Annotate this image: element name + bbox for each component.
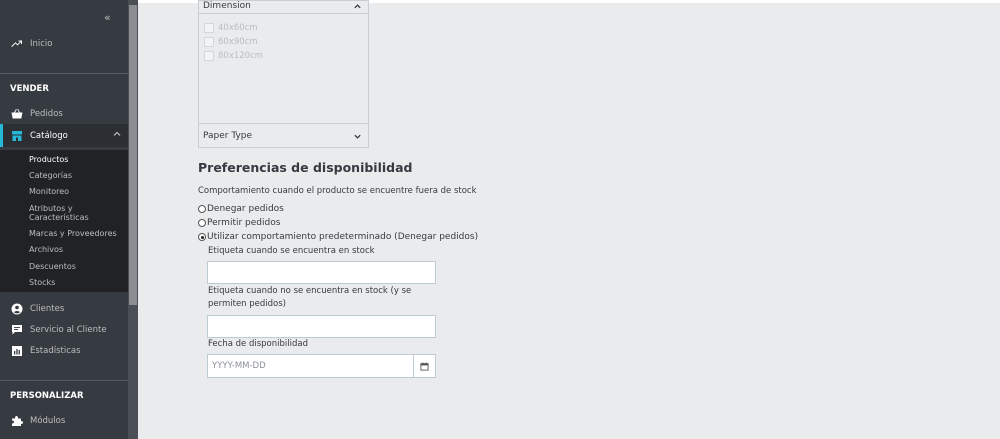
sidebar-scrollbar-thumb[interactable] — [129, 5, 137, 305]
checkbox[interactable] — [204, 23, 214, 33]
sidebar: « Inicio VENDER Pedidos Catálogo Product… — [0, 0, 138, 439]
in-stock-label: Etiqueta cuando se encuentra en stock — [208, 246, 375, 256]
filter-panel: Dimension 40x60cm 60x90cm 80x120cm Paper… — [198, 0, 369, 148]
sidebar-item-label: Módulos — [30, 416, 66, 426]
submenu-item-monitoreo[interactable]: Monitoreo — [29, 187, 124, 196]
collapse-sidebar-button[interactable]: « — [104, 11, 111, 24]
radio-label: Denegar pedidos — [207, 204, 284, 214]
catalog-submenu: Productos Categorías Monitoreo Atributos… — [0, 150, 128, 292]
sidebar-item-label: Pedidos — [30, 109, 63, 119]
sidebar-item-estadisticas[interactable]: Estadísticas — [0, 340, 128, 362]
sidebar-divider — [0, 73, 128, 74]
sidebar-item-servicio[interactable]: Servicio al Cliente — [0, 319, 128, 341]
in-stock-input[interactable] — [207, 261, 436, 284]
sidebar-item-inicio[interactable]: Inicio — [0, 33, 128, 55]
chat-icon — [10, 324, 24, 336]
submenu-item-categorias[interactable]: Categorías — [29, 171, 124, 180]
dimension-header[interactable]: Dimension — [199, 1, 368, 14]
radio-button-selected[interactable] — [198, 233, 206, 241]
section-title-personalizar: PERSONALIZAR — [10, 391, 84, 401]
sidebar-item-modulos[interactable]: Módulos — [0, 410, 128, 432]
sidebar-item-catalogo[interactable]: Catálogo — [0, 124, 128, 147]
submenu-item-marcas[interactable]: Marcas y Proveedores — [29, 229, 124, 238]
puzzle-icon — [10, 415, 24, 427]
option-label: 40x60cm — [218, 23, 258, 33]
submenu-item-descuentos[interactable]: Descuentos — [29, 262, 124, 271]
option-label: 80x120cm — [218, 51, 264, 61]
radio-default[interactable]: Utilizar comportamiento predeterminado (… — [198, 232, 478, 242]
sidebar-scrollbar[interactable] — [128, 0, 138, 439]
radio-button[interactable] — [198, 219, 206, 227]
section-title-vender: VENDER — [10, 84, 49, 94]
radio-button[interactable] — [198, 205, 206, 213]
date-label: Fecha de disponibilidad — [208, 339, 308, 349]
bar-chart-icon — [10, 345, 24, 357]
dimension-title: Dimension — [203, 1, 251, 11]
dimension-option[interactable]: 60x90cm — [204, 37, 258, 47]
submenu-item-stocks[interactable]: Stocks — [29, 278, 124, 287]
sidebar-divider — [0, 380, 128, 381]
radio-denegar[interactable]: Denegar pedidos — [198, 204, 284, 214]
submenu-item-productos[interactable]: Productos — [29, 155, 124, 164]
chevron-up-icon — [113, 131, 121, 136]
paper-type-header[interactable]: Paper Type — [199, 123, 368, 148]
calendar-button[interactable] — [413, 355, 435, 377]
basket-icon — [10, 108, 24, 120]
dimension-option[interactable]: 40x60cm — [204, 23, 258, 33]
submenu-item-atributos[interactable]: Atributos y Características — [29, 204, 124, 222]
out-stock-label-1: Etiqueta cuando no se encuentra en stock… — [208, 286, 412, 296]
sidebar-item-label: Catálogo — [30, 130, 68, 141]
option-label: 60x90cm — [218, 37, 258, 47]
dimension-option[interactable]: 80x120cm — [204, 51, 263, 61]
submenu-item-archivos[interactable]: Archivos — [29, 245, 124, 254]
out-stock-label-2: permiten pedidos) — [208, 299, 286, 309]
chevron-up-icon — [354, 4, 361, 9]
sidebar-item-label: Clientes — [30, 304, 65, 314]
calendar-icon — [420, 361, 429, 371]
paper-type-title: Paper Type — [203, 131, 253, 141]
sidebar-item-label: Servicio al Cliente — [30, 325, 107, 335]
availability-title: Preferencias de disponibilidad — [198, 160, 413, 175]
checkbox[interactable] — [204, 37, 214, 47]
availability-date-input[interactable]: YYYY-MM-DD — [207, 354, 436, 378]
trending-up-icon — [10, 38, 24, 50]
user-circle-icon — [10, 303, 24, 315]
sidebar-item-label: Inicio — [30, 39, 53, 49]
out-stock-input[interactable] — [207, 315, 436, 338]
behavior-label: Comportamiento cuando el producto se enc… — [198, 186, 477, 196]
checkbox[interactable] — [204, 51, 214, 61]
sidebar-item-label: Estadísticas — [30, 346, 81, 356]
chevron-down-icon — [354, 134, 361, 139]
date-placeholder: YYYY-MM-DD — [212, 361, 266, 371]
sidebar-item-clientes[interactable]: Clientes — [0, 298, 128, 320]
radio-label: Permitir pedidos — [207, 218, 281, 228]
radio-permitir[interactable]: Permitir pedidos — [198, 218, 280, 228]
sidebar-item-pedidos[interactable]: Pedidos — [0, 103, 128, 125]
store-icon — [10, 130, 24, 142]
radio-label: Utilizar comportamiento predeterminado (… — [207, 232, 479, 242]
